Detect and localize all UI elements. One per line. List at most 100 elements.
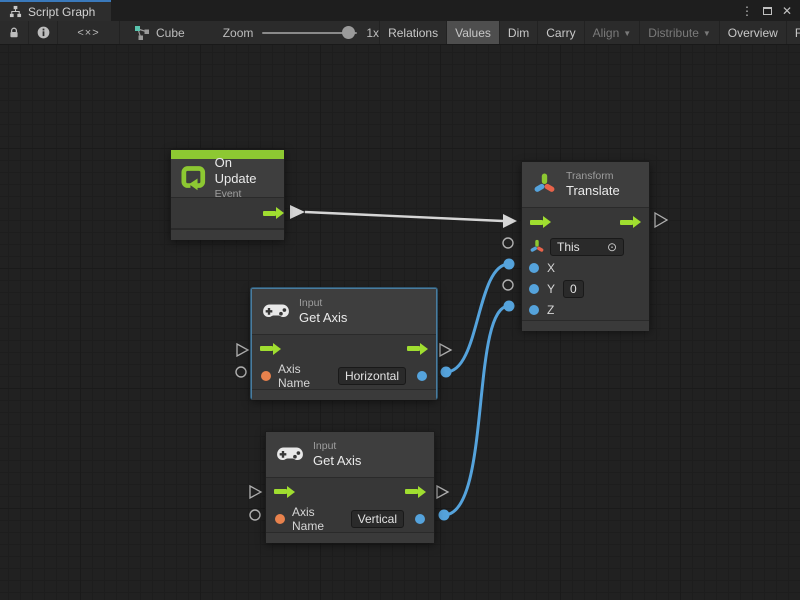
full-screen-label: Full Screen [795,26,800,40]
y-port-label: Y [547,282,555,296]
relations-button[interactable]: Relations [379,21,446,44]
wire-flow-onupdate-translate[interactable] [290,205,517,228]
result-output-port[interactable] [417,371,427,381]
node-get-axis-vertical[interactable]: Input Get Axis Axis Name Vertical [265,431,435,542]
edit-unit-button[interactable]: <×> [58,21,120,44]
carry-label: Carry [546,26,575,40]
script-graph-icon [9,5,22,18]
translate-z-row: Z [522,299,649,320]
code-icon: <×> [77,27,99,39]
getaxis-h-name-connector[interactable] [236,367,246,377]
getaxis-h-flow-out-connector[interactable] [440,344,451,356]
translate-y-connector[interactable] [503,280,513,290]
graph-name-label: Cube [156,26,185,40]
getaxis-v-flow-in-connector[interactable] [250,486,261,498]
axis-name-label: Axis Name [278,362,331,390]
axis-name-row: Axis Name Vertical [266,505,434,532]
carry-button[interactable]: Carry [537,21,583,44]
flow-out-port[interactable] [407,346,420,351]
align-label: Align [593,26,620,40]
wire-value-horizontal-x[interactable] [441,259,515,378]
getaxis-v-flow-out-connector[interactable] [437,486,448,498]
self-object-field[interactable]: This ⊙ [550,238,624,256]
values-button[interactable]: Values [446,21,499,44]
distribute-label: Distribute [648,26,699,40]
values-label: Values [455,26,491,40]
flow-in-port[interactable] [274,489,287,494]
getaxis-h-flow-in-connector[interactable] [237,344,248,356]
node-title: Get Axis [313,453,361,469]
zoom-label: Zoom [223,26,254,40]
flow-in-port[interactable] [260,346,273,351]
zoom-slider-handle[interactable] [342,26,355,39]
translate-header[interactable]: Transform Translate [522,162,649,208]
lock-button[interactable] [0,21,29,44]
node-get-axis-horizontal[interactable]: Input Get Axis Axis Name Horizontal [251,288,437,399]
node-title: Translate [566,183,620,199]
y-value-field[interactable]: 0 [563,280,584,298]
dim-button[interactable]: Dim [499,21,537,44]
flow-out-port[interactable] [263,211,276,216]
info-icon [37,26,50,39]
translate-flow-row [522,208,649,236]
get-axis-header[interactable]: Input Get Axis [252,289,436,335]
close-icon[interactable]: ✕ [782,5,792,17]
info-button[interactable] [29,21,58,44]
result-output-port[interactable] [415,514,425,524]
gamepad-icon [262,303,290,321]
get-axis-flow-row [252,335,436,362]
node-footer [252,389,436,400]
graph-canvas[interactable]: On Update Event Transform Translate [0,45,800,600]
graph-reference[interactable]: Cube [120,21,197,44]
node-title: On Update [215,155,274,188]
z-input-port[interactable] [529,305,539,315]
object-picker-icon[interactable]: ⊙ [607,240,617,254]
translate-self-connector[interactable] [503,238,513,248]
get-axis-flow-row [266,478,434,505]
graph-toolbar: <×> Cube Zoom 1x Relations Values [0,21,800,45]
full-screen-button[interactable]: Full Screen [786,21,800,44]
get-axis-header[interactable]: Input Get Axis [266,432,434,478]
align-button[interactable]: Align ▼ [584,21,640,44]
loop-event-icon [181,165,206,191]
flow-out-port[interactable] [405,489,418,494]
axis-name-label: Axis Name [292,505,344,533]
graph-nodes-icon [134,25,150,41]
zoom-slider[interactable] [262,26,357,39]
node-translate[interactable]: Transform Translate This ⊙ [521,161,650,329]
distribute-button[interactable]: Distribute ▼ [639,21,719,44]
axis-name-value-field[interactable]: Horizontal [338,367,406,385]
node-footer [266,532,434,543]
x-input-port[interactable] [529,263,539,273]
relations-label: Relations [388,26,438,40]
y-input-port[interactable] [529,284,539,294]
window-controls: ⋮ ✕ [741,0,800,21]
translate-self-row: This ⊙ [522,236,649,257]
node-footer [522,320,649,331]
zoom-control: Zoom 1x [223,21,379,44]
axis-name-input-port[interactable] [261,371,271,381]
tab-bar: Script Graph ⋮ ✕ [0,0,800,21]
flow-in-port[interactable] [530,220,543,225]
flow-out-port[interactable] [620,220,633,225]
overview-button[interactable]: Overview [719,21,786,44]
on-update-flow-row [171,198,284,229]
node-on-update[interactable]: On Update Event [170,149,285,239]
menu-icon[interactable]: ⋮ [741,5,753,17]
tab-script-graph[interactable]: Script Graph [0,0,111,21]
transform-mini-icon [529,239,545,255]
dim-label: Dim [508,26,529,40]
zoom-value: 1x [366,26,379,40]
transform-icon [532,172,557,197]
translate-flow-out-connector[interactable] [655,213,667,227]
getaxis-v-name-connector[interactable] [250,510,260,520]
node-category: Input [299,297,347,310]
node-category: Transform [566,170,620,183]
on-update-header[interactable]: On Update Event [171,159,284,198]
node-category: Input [313,440,361,453]
maximize-icon[interactable] [763,7,772,15]
wire-value-vertical-z[interactable] [439,301,515,521]
overview-label: Overview [728,26,778,40]
axis-name-value-field[interactable]: Vertical [351,510,404,528]
axis-name-input-port[interactable] [275,514,285,524]
